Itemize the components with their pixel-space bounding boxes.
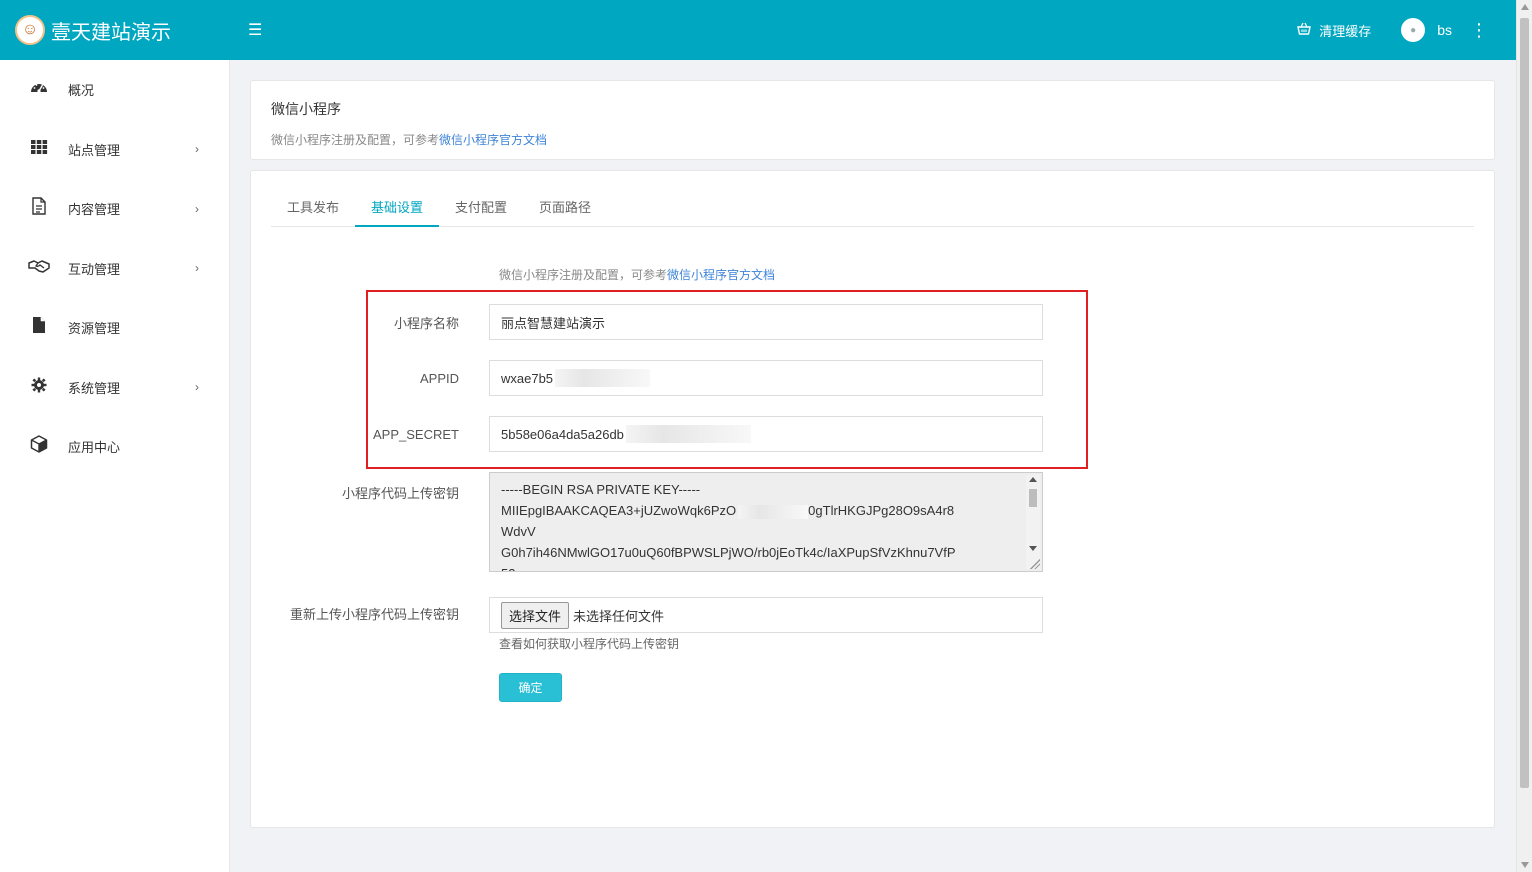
- file-icon: [28, 316, 50, 339]
- form-row-appid: APPID wxae7b5: [251, 360, 1071, 396]
- brand-name: 壹天建站演示: [51, 21, 171, 44]
- textarea-scrollbar[interactable]: [1026, 475, 1040, 569]
- redacted-blur: [738, 504, 809, 519]
- miniprogram-name-input[interactable]: 丽点智慧建站演示: [489, 304, 1043, 340]
- scroll-up-icon[interactable]: [1029, 477, 1037, 482]
- chevron-right-icon: ›: [195, 201, 199, 216]
- tab-bar: 工具发布 基础设置 支付配置 页面路径: [271, 189, 1474, 227]
- submit-button[interactable]: 确定: [499, 673, 562, 702]
- sidebar-item-label: 站点管理: [68, 142, 121, 158]
- handshake-icon: [28, 258, 50, 279]
- redacted-blur: [625, 425, 751, 443]
- grid-icon: [28, 139, 50, 160]
- clear-cache-label: 清理缓存: [1319, 23, 1372, 39]
- upload-key-textarea[interactable]: -----BEGIN RSA PRIVATE KEY----- MIIEpgIB…: [489, 472, 1043, 572]
- tab-payment-config[interactable]: 支付配置: [439, 189, 523, 227]
- form-row-name: 小程序名称 丽点智慧建站演示: [251, 304, 1071, 340]
- appid-label: APPID: [419, 370, 459, 386]
- top-header: ☺ 壹天建站演示 ☰ 清理缓存 ● bs ⋮: [0, 0, 1516, 60]
- upload-key-label: 小程序代码上传密钥: [341, 486, 459, 501]
- brand-logo-icon: ☺: [15, 15, 45, 45]
- header-actions: 清理缓存 ● bs ⋮: [1297, 18, 1516, 42]
- sidebar-item-label: 资源管理: [68, 321, 121, 337]
- basket-icon: [1297, 22, 1312, 38]
- file-status: 未选择任何文件: [573, 608, 665, 624]
- official-docs-link[interactable]: 微信小程序官方文档: [439, 133, 547, 147]
- sidebar-item-overview[interactable]: 概况: [0, 60, 229, 120]
- scroll-up-icon[interactable]: [1521, 4, 1529, 10]
- sidebar-item-interaction-management[interactable]: 互动管理 ›: [0, 239, 229, 299]
- username: bs: [1437, 22, 1452, 38]
- sidebar-item-resource-management[interactable]: 资源管理: [0, 298, 229, 358]
- avatar: ●: [1401, 18, 1426, 42]
- hamburger-menu-icon[interactable]: ☰: [248, 20, 262, 40]
- sidebar-item-label: 应用中心: [68, 440, 121, 456]
- sidebar-item-system-management[interactable]: 系统管理 ›: [0, 358, 229, 418]
- scroll-thumb[interactable]: [1520, 18, 1529, 788]
- sidebar-item-app-center[interactable]: 应用中心: [0, 417, 229, 477]
- scroll-down-icon[interactable]: [1521, 862, 1529, 868]
- sidebar-item-site-management[interactable]: 站点管理 ›: [0, 120, 229, 180]
- page-header-card: 微信小程序 微信小程序注册及配置，可参考微信小程序官方文档: [250, 80, 1495, 160]
- cube-icon: [28, 435, 50, 458]
- document-icon: [28, 197, 50, 220]
- file-upload-field[interactable]: 选择文件 未选择任何文件: [489, 597, 1043, 633]
- tab-tool-publish[interactable]: 工具发布: [271, 189, 355, 227]
- redacted-blur: [555, 369, 651, 387]
- appid-input[interactable]: wxae7b5: [489, 360, 1043, 396]
- form-tip: 微信小程序注册及配置，可参考微信小程序官方文档: [499, 268, 776, 282]
- brand[interactable]: ☺ 壹天建站演示: [0, 0, 230, 60]
- scroll-thumb[interactable]: [1029, 489, 1037, 507]
- help-text[interactable]: 查看如何获取小程序代码上传密钥: [499, 635, 679, 652]
- sidebar-item-label: 概况: [68, 83, 95, 99]
- dashboard-icon: [28, 79, 50, 100]
- choose-file-button[interactable]: 选择文件: [501, 601, 570, 629]
- app-secret-label: APP_SECRET: [373, 426, 459, 442]
- official-docs-link[interactable]: 微信小程序官方文档: [667, 268, 775, 282]
- gear-icon: [28, 377, 50, 398]
- tab-page-paths[interactable]: 页面路径: [523, 189, 607, 227]
- name-label: 小程序名称: [393, 315, 459, 331]
- form-row-secret: APP_SECRET 5b58e06a4da5a26db: [251, 416, 1071, 452]
- sidebar-item-label: 内容管理: [68, 202, 121, 218]
- chevron-right-icon: ›: [195, 261, 199, 276]
- reupload-label: 重新上传小程序代码上传密钥: [289, 607, 459, 622]
- page-title: 微信小程序: [271, 101, 341, 117]
- page-scrollbar[interactable]: [1516, 0, 1532, 872]
- app-secret-input[interactable]: 5b58e06a4da5a26db: [489, 416, 1043, 452]
- sidebar-item-label: 互动管理: [68, 261, 121, 277]
- more-vertical-icon[interactable]: ⋮: [1470, 21, 1488, 39]
- resize-handle-icon[interactable]: [1030, 559, 1040, 569]
- user-menu[interactable]: ● bs: [1401, 18, 1452, 42]
- page-subtitle: 微信小程序注册及配置，可参考微信小程序官方文档: [271, 133, 548, 147]
- chevron-right-icon: ›: [195, 142, 199, 157]
- sidebar: 概况 站点管理 › 内容管理 › 互动管理 › 资源管理 系统管理 › 应用中心: [0, 60, 230, 872]
- settings-card: 工具发布 基础设置 支付配置 页面路径 微信小程序注册及配置，可参考微信小程序官…: [250, 170, 1495, 828]
- clear-cache-button[interactable]: 清理缓存: [1297, 21, 1371, 40]
- scroll-down-icon[interactable]: [1029, 546, 1037, 551]
- sidebar-item-content-management[interactable]: 内容管理 ›: [0, 179, 229, 239]
- chevron-right-icon: ›: [195, 380, 199, 395]
- form-row-reupload: 重新上传小程序代码上传密钥 选择文件 未选择任何文件: [251, 597, 1071, 633]
- sidebar-item-label: 系统管理: [68, 380, 121, 396]
- form-row-upload-key: 小程序代码上传密钥 -----BEGIN RSA PRIVATE KEY----…: [251, 472, 1071, 572]
- tab-basic-settings[interactable]: 基础设置: [355, 189, 440, 227]
